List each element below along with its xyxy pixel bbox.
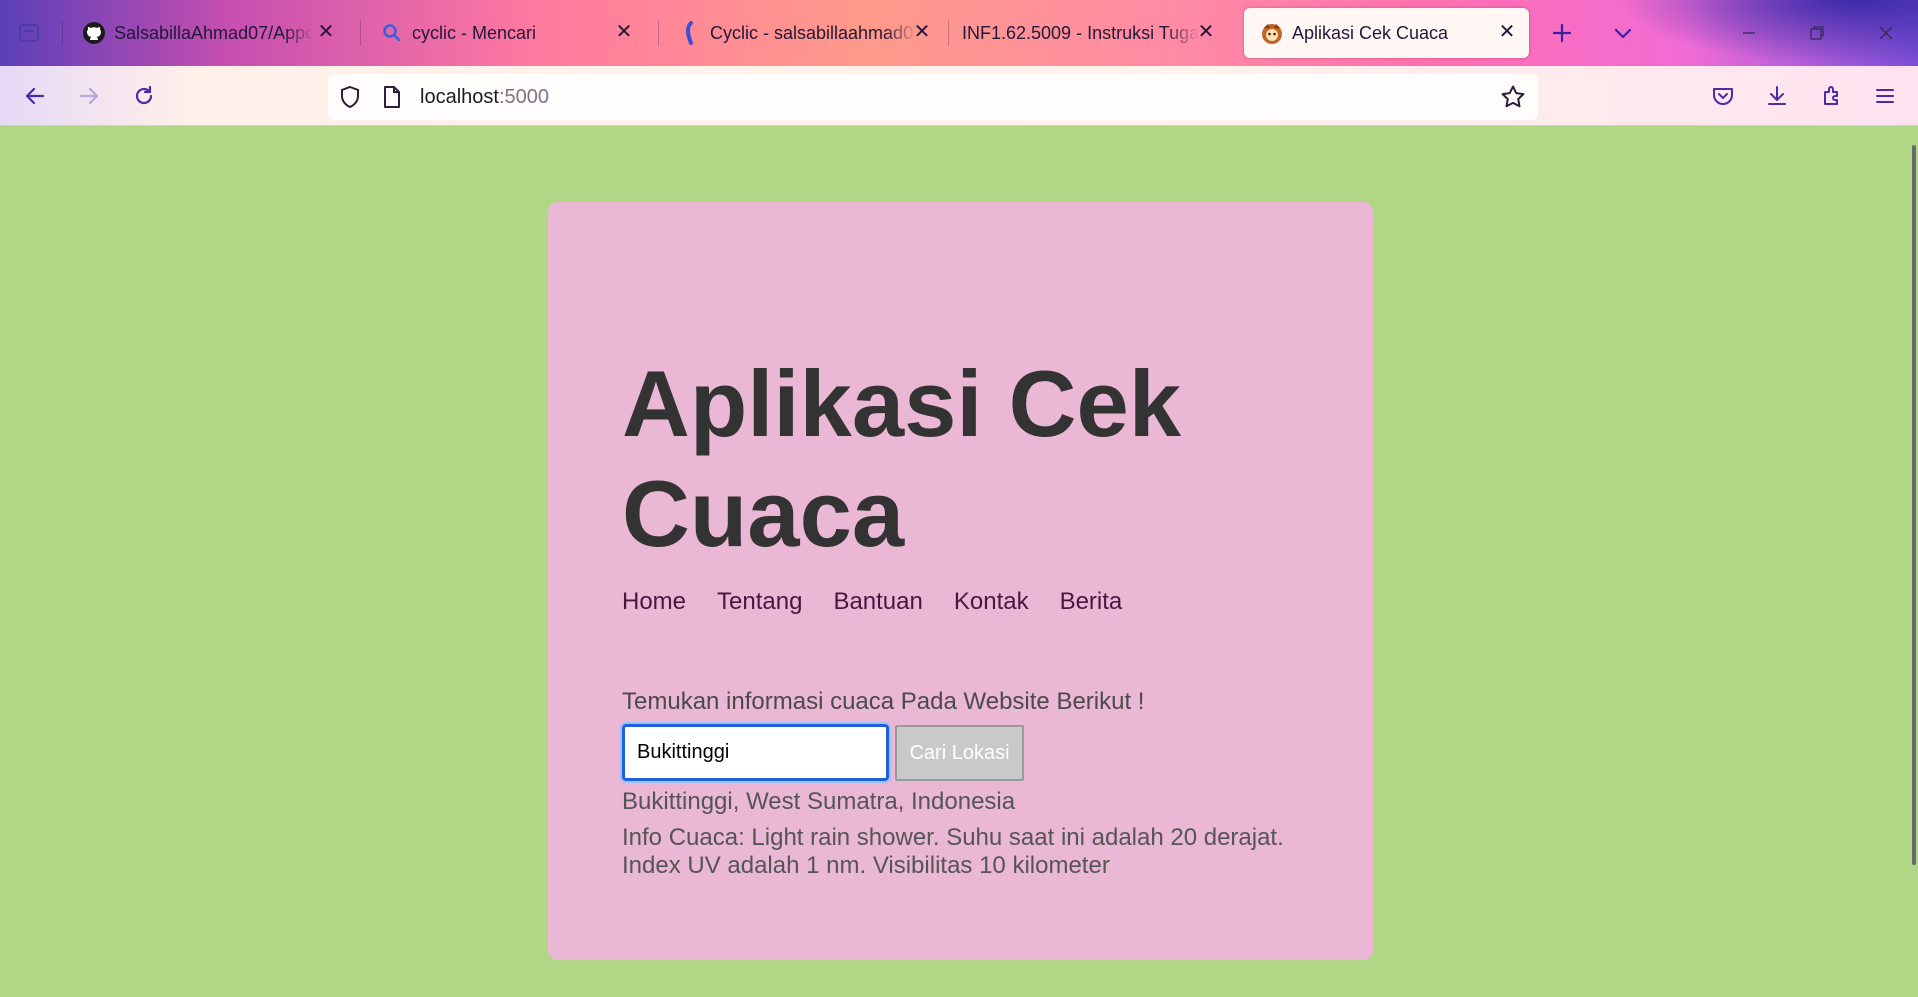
tab-cyclic[interactable]: Cyclic - salsabillaahmad07 ✕ xyxy=(662,8,944,58)
navigation-toolbar: localhost:5000 xyxy=(0,66,1918,126)
back-icon[interactable] xyxy=(18,79,52,113)
cyclic-icon xyxy=(678,21,702,45)
shield-icon[interactable] xyxy=(338,85,362,114)
page-viewport: Aplikasi Cek Cuaca Home Tentang Bantuan … xyxy=(0,127,1918,997)
tab-bar: SalsabillaAhmad07/Appcuaca ✕ cyclic - Me… xyxy=(0,0,1918,66)
tab-instruksi-tugas[interactable]: INF1.62.5009 - Instruksi Tugas ✕ xyxy=(946,8,1228,58)
weather-app-icon xyxy=(1260,21,1284,45)
vertical-scrollbar[interactable] xyxy=(1912,145,1916,865)
menu-link-kontak[interactable]: Kontak xyxy=(954,588,1029,616)
bookmark-star-icon[interactable] xyxy=(1500,84,1526,115)
menu-link-tentang[interactable]: Tentang xyxy=(717,588,802,616)
pocket-icon[interactable] xyxy=(1706,79,1740,113)
search-location-button[interactable]: Cari Lokasi xyxy=(895,725,1024,781)
tab-label: cyclic - Mencari xyxy=(412,22,537,43)
url-port: :5000 xyxy=(498,86,549,108)
tab-label: Cyclic - salsabillaahmad07 xyxy=(710,22,916,43)
new-tab-icon[interactable] xyxy=(1545,16,1579,50)
address-bar[interactable]: localhost:5000 xyxy=(328,74,1538,120)
minimize-icon[interactable] xyxy=(1729,14,1769,52)
tab-label: SalsabillaAhmad07/Appcuaca xyxy=(114,22,314,43)
intro-text: Temukan informasi cuaca Pada Website Ber… xyxy=(622,688,1145,715)
restore-icon[interactable] xyxy=(1797,14,1837,52)
close-icon[interactable]: ✕ xyxy=(1194,20,1218,44)
downloads-icon[interactable] xyxy=(1760,79,1794,113)
main-menu: Home Tentang Bantuan Kontak Berita xyxy=(622,588,1153,616)
menu-link-berita[interactable]: Berita xyxy=(1060,588,1123,616)
window-close-icon[interactable] xyxy=(1866,14,1906,52)
location-search-input[interactable] xyxy=(620,722,891,783)
forward-icon[interactable] xyxy=(72,79,106,113)
menu-link-home[interactable]: Home xyxy=(622,588,686,616)
search-icon xyxy=(380,21,404,45)
result-location: Bukittinggi, West Sumatra, Indonesia xyxy=(622,788,1016,815)
firefox-view-icon[interactable] xyxy=(12,16,46,50)
url-text[interactable]: localhost:5000 xyxy=(420,86,549,109)
tab-search[interactable]: cyclic - Mencari ✕ xyxy=(364,8,646,58)
tab-label: INF1.62.5009 - Instruksi Tugas xyxy=(962,22,1200,43)
menu-link-bantuan[interactable]: Bantuan xyxy=(833,588,922,616)
page-info-icon[interactable] xyxy=(381,85,403,114)
tab-aplikasi-cek-cuaca[interactable]: Aplikasi Cek Cuaca ✕ xyxy=(1244,8,1529,58)
close-icon[interactable]: ✕ xyxy=(1495,20,1519,44)
tab-label: Aplikasi Cek Cuaca xyxy=(1292,22,1449,43)
close-icon[interactable]: ✕ xyxy=(612,20,636,44)
url-host: localhost xyxy=(420,86,499,108)
reload-icon[interactable] xyxy=(127,79,161,113)
close-icon[interactable]: ✕ xyxy=(314,20,338,44)
menu-hamburger-icon[interactable] xyxy=(1868,79,1902,113)
tab-github[interactable]: SalsabillaAhmad07/Appcuaca ✕ xyxy=(66,8,348,58)
extensions-icon[interactable] xyxy=(1815,79,1849,113)
weather-card: Aplikasi Cek Cuaca Home Tentang Bantuan … xyxy=(548,202,1373,960)
page-title: Aplikasi Cek Cuaca xyxy=(622,351,1182,566)
github-icon xyxy=(82,21,106,45)
close-icon[interactable]: ✕ xyxy=(910,20,934,44)
list-all-tabs-icon[interactable] xyxy=(1606,16,1640,50)
result-forecast: Info Cuaca: Light rain shower. Suhu saat… xyxy=(622,824,1284,879)
